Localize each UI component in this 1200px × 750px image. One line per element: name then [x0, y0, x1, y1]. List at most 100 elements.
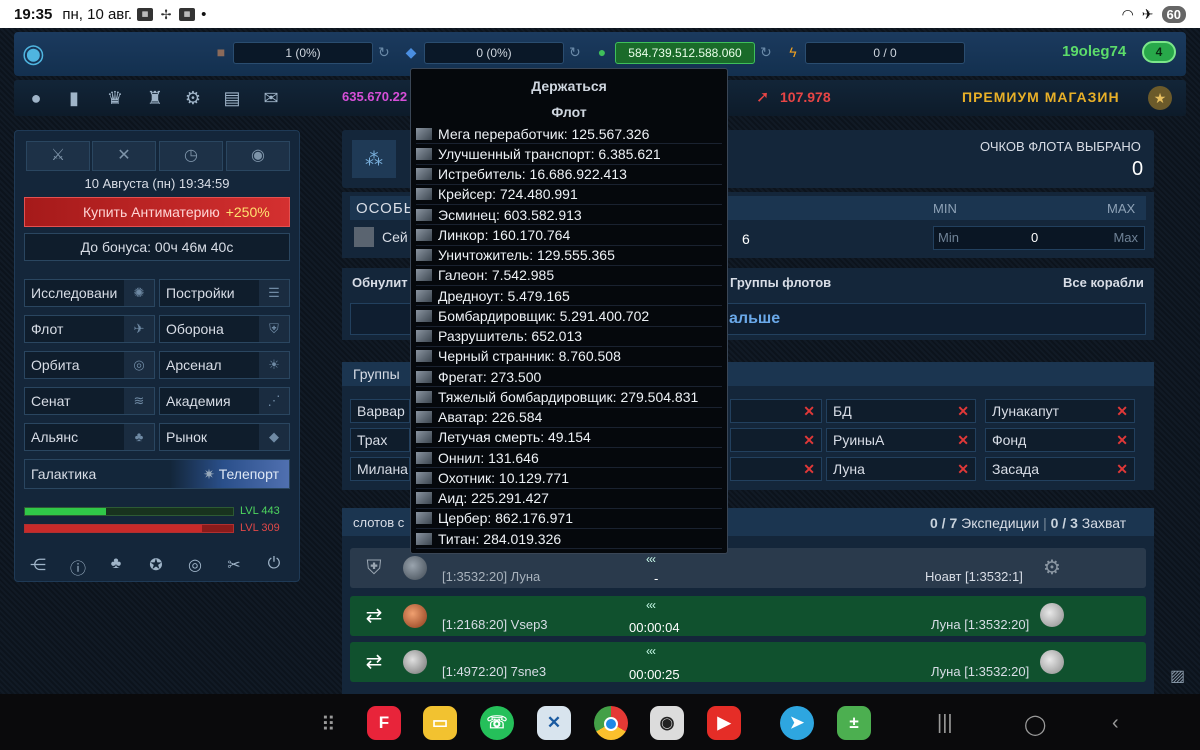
- settings-icon[interactable]: ⚙: [181, 86, 205, 110]
- back-icon[interactable]: ‹: [1112, 712, 1119, 735]
- group-item[interactable]: БД ✕: [826, 399, 976, 423]
- delete-group-icon[interactable]: ✕: [803, 429, 815, 451]
- delete-group-icon[interactable]: ✕: [803, 458, 815, 480]
- delete-group-icon[interactable]: ✕: [957, 458, 969, 480]
- share-icon[interactable]: ⋲: [26, 555, 50, 577]
- delete-group-icon[interactable]: ✕: [1116, 429, 1128, 451]
- menu-defense[interactable]: Оборона ⛨: [159, 315, 290, 343]
- buy-antimatter-button[interactable]: Купить Антиматерию +250%: [24, 197, 290, 227]
- group-item[interactable]: Луна ✕: [826, 457, 976, 481]
- menu-arsenal[interactable]: Арсенал ☀: [159, 351, 290, 379]
- rank-icon[interactable]: ♛: [103, 86, 127, 110]
- menu-orbit[interactable]: Орбита ◎: [24, 351, 155, 379]
- ship-icon: [416, 390, 432, 403]
- mission-target[interactable]: Луна [1:3532:20]: [931, 617, 1029, 632]
- group-item[interactable]: Лунакапут ✕: [985, 399, 1135, 423]
- telegram-app-icon[interactable]: ➤: [780, 706, 814, 740]
- fleet-groups-button[interactable]: Группы флотов: [730, 275, 831, 290]
- mission-origin[interactable]: [1:3532:20] Луна: [442, 569, 540, 584]
- flipboard-app-icon[interactable]: F: [367, 706, 401, 740]
- app-drawer-icon[interactable]: ⠿: [321, 712, 336, 737]
- menu-buildings[interactable]: Постройки ☰: [159, 279, 290, 307]
- clock-tab-icon[interactable]: ◷: [159, 141, 223, 171]
- menu-alliance[interactable]: Альянс ♣: [24, 423, 155, 451]
- max-header: MAX: [1107, 201, 1136, 216]
- ship-icon: ✈: [124, 316, 154, 342]
- menu-market[interactable]: Рынок ◆: [159, 423, 290, 451]
- group-label: БД: [833, 403, 852, 419]
- eye-tab-icon[interactable]: ◉: [226, 141, 290, 171]
- group-item[interactable]: Засада ✕: [985, 457, 1135, 481]
- refresh-icon[interactable]: ↻: [760, 44, 776, 60]
- stats-icon[interactable]: ▮: [62, 86, 86, 110]
- menu-senate[interactable]: Сенат ≋: [24, 387, 155, 415]
- sword-tab-icon[interactable]: ⚔: [26, 141, 90, 171]
- teleport-button[interactable]: ✷ Телепорт: [203, 460, 279, 488]
- calculator-app-icon[interactable]: ±: [837, 706, 871, 740]
- files-app-icon[interactable]: ▭: [423, 706, 457, 740]
- tools-icon[interactable]: ✂: [222, 555, 246, 577]
- ship-entry-text: Линкор: 160.170.764: [438, 226, 571, 243]
- chat-icon[interactable]: ▤: [220, 86, 244, 110]
- delete-group-icon[interactable]: ✕: [1116, 400, 1128, 422]
- group-item[interactable]: Милана: [350, 457, 410, 481]
- chat-bubble-icon[interactable]: ▨: [1170, 666, 1185, 686]
- buy-antimatter-bonus: +250%: [225, 204, 270, 220]
- min-value[interactable]: 0: [1031, 227, 1038, 249]
- galaxy-button[interactable]: Галактика ✷ Телепорт: [24, 459, 290, 489]
- all-ships-button[interactable]: Все корабли: [1063, 275, 1144, 290]
- delete-group-icon[interactable]: ✕: [957, 429, 969, 451]
- ship-entry-text: Галеон: 7.542.985: [438, 267, 555, 284]
- menu-fleet[interactable]: Флот ✈: [24, 315, 155, 343]
- vpn-app-icon[interactable]: ✕: [537, 706, 571, 740]
- group-item[interactable]: РуиныА ✕: [826, 428, 976, 452]
- max-placeholder[interactable]: Max: [1113, 227, 1138, 249]
- menu-academy[interactable]: Академия ⋰: [159, 387, 290, 415]
- chrome-app-icon[interactable]: [594, 706, 628, 740]
- home-icon[interactable]: ◯: [1024, 712, 1046, 737]
- ship-entry-text: Дредноут: 5.479.165: [438, 287, 570, 304]
- recent-apps-icon[interactable]: |||: [937, 712, 953, 735]
- info-icon[interactable]: ⓘ: [66, 555, 90, 578]
- eye-logo-icon[interactable]: ◉: [22, 40, 62, 66]
- help-icon[interactable]: ◎: [183, 555, 207, 577]
- refresh-icon[interactable]: ↻: [378, 44, 394, 60]
- menu-orbit-label: Орбита: [31, 357, 80, 373]
- mission-timer: 00:00:04: [629, 620, 680, 635]
- group-item[interactable]: Варвар: [350, 399, 410, 423]
- mission-origin[interactable]: [1:2168:20] Vsep3: [442, 617, 548, 632]
- friends-icon[interactable]: ♣: [104, 555, 128, 577]
- trophy-icon[interactable]: ♜: [143, 86, 167, 110]
- mission-target[interactable]: Ноавт [1:3532:1]: [925, 569, 1023, 584]
- premium-shop-link[interactable]: ПРЕМИУМ МАГАЗИН: [962, 89, 1120, 105]
- red-level-bar: [24, 524, 234, 533]
- group-item[interactable]: Трах: [350, 428, 410, 452]
- chrome-center: [604, 716, 618, 731]
- group-item[interactable]: Фонд ✕: [985, 428, 1135, 452]
- delete-group-icon[interactable]: ✕: [803, 400, 815, 422]
- mail-icon[interactable]: ✉: [259, 86, 283, 110]
- delete-group-icon[interactable]: ✕: [957, 400, 969, 422]
- min-max-input[interactable]: Min 0 Max: [933, 226, 1145, 250]
- menu-research[interactable]: Исследовани ✺: [24, 279, 155, 307]
- attack-icon: ➚: [756, 89, 770, 106]
- medal-icon[interactable]: ✪: [144, 555, 168, 577]
- group-item[interactable]: ✕: [730, 399, 822, 423]
- group-item[interactable]: ✕: [730, 457, 822, 481]
- whatsapp-app-icon[interactable]: ☏: [480, 706, 514, 740]
- group-item[interactable]: ✕: [730, 428, 822, 452]
- refresh-icon[interactable]: ↻: [569, 44, 585, 60]
- camera-app-icon[interactable]: ◉: [650, 706, 684, 740]
- youtube-app-icon[interactable]: ▶: [707, 706, 741, 740]
- player-name[interactable]: 19oleg74: [1062, 43, 1126, 60]
- reset-button[interactable]: Обнулит: [352, 275, 408, 290]
- power-icon[interactable]: ⏻: [262, 555, 286, 577]
- bonus-timer[interactable]: До бонуса: 00ч 46м 40с: [24, 233, 290, 261]
- mission-origin[interactable]: [1:4972:20] 7sne3: [442, 664, 546, 679]
- premium-star-icon[interactable]: ★: [1148, 86, 1172, 110]
- status-date: пн, 10 авг.: [62, 5, 133, 23]
- crossed-tab-icon[interactable]: ✕: [92, 141, 156, 171]
- delete-group-icon[interactable]: ✕: [1116, 458, 1128, 480]
- mission-target[interactable]: Луна [1:3532:20]: [931, 664, 1029, 679]
- planet-icon[interactable]: ●: [24, 86, 48, 110]
